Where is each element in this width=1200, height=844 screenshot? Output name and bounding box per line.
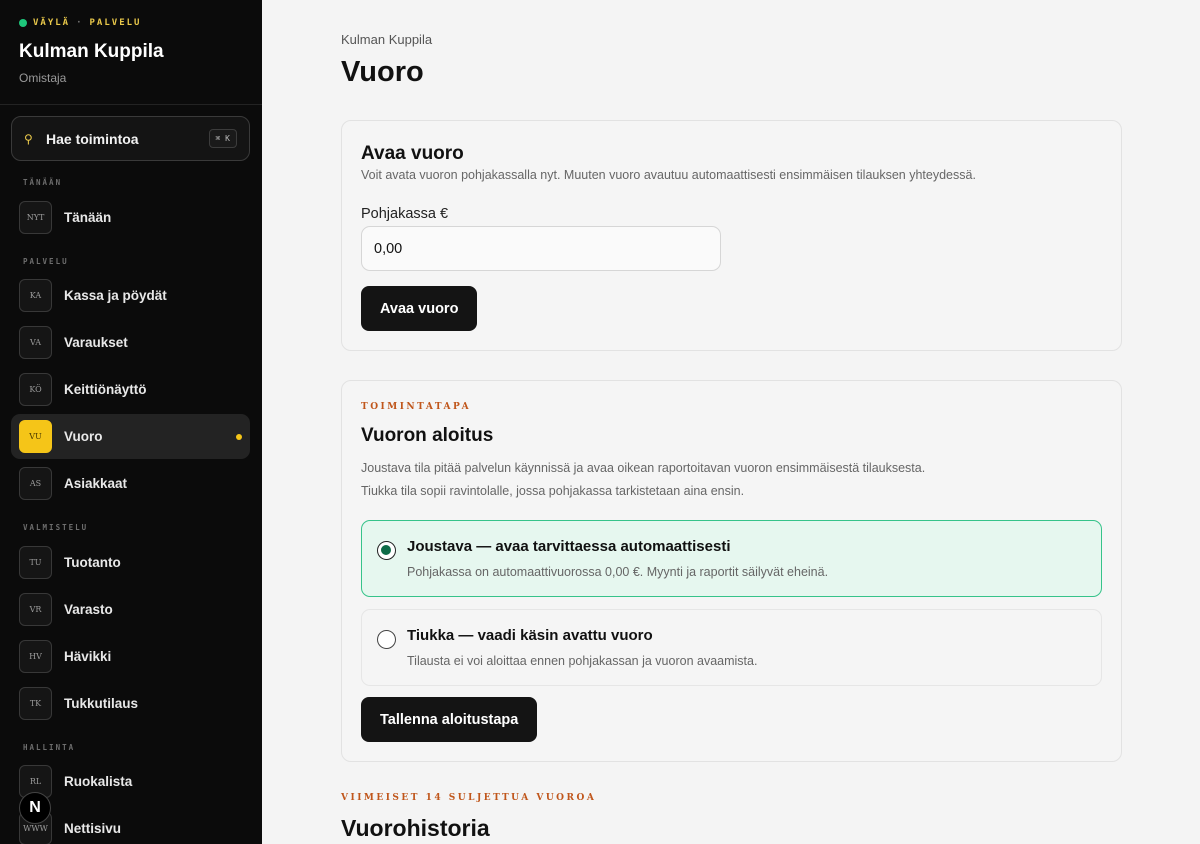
search-label: Hae toimintoa	[46, 130, 139, 147]
nav-item-varasto[interactable]: VR Varasto	[11, 587, 250, 632]
history-eyebrow: VIIMEISET 14 SULJETTUA VUOROA	[341, 793, 597, 803]
nav-label: Nettisivu	[64, 821, 122, 836]
command-search-button[interactable]: ⚲ Hae toimintoa ⌘ K	[11, 116, 250, 161]
nav-label: Tukkutilaus	[64, 696, 139, 711]
nav-item-keittionaytto[interactable]: KÖ Keittiönäyttö	[11, 367, 250, 412]
radio-selected-icon[interactable]	[377, 541, 396, 560]
open-shift-card: Avaa vuoro Voit avata vuoron pohjakassal…	[341, 120, 1122, 351]
option-title: Tiukka — vaadi käsin avattu vuoro	[407, 627, 653, 644]
nav-code-badge: VU	[19, 420, 52, 453]
start-mode-title: Vuoron aloitus	[361, 425, 494, 446]
search-icon: ⚲	[24, 131, 33, 146]
brand-header: VÄYLÄ · PALVELU Kulman Kuppila Omistaja	[0, 0, 262, 105]
float-amount-input[interactable]	[361, 226, 721, 271]
status-dot-icon	[19, 19, 27, 27]
history-title: Vuorohistoria	[341, 815, 490, 841]
start-mode-description-2: Tiukka tila sopii ravintolalle, jossa po…	[361, 484, 745, 498]
nav-label: Asiakkaat	[64, 476, 128, 491]
nav-code-badge: VA	[19, 326, 52, 359]
nav-label: Tuotanto	[64, 555, 121, 570]
float-amount-label: Pohjakassa €	[361, 206, 449, 222]
nav-code-badge: TK	[19, 687, 52, 720]
start-mode-description-1: Joustava tila pitää palvelun käynnissä j…	[361, 461, 926, 475]
breadcrumb: Kulman Kuppila	[341, 32, 433, 47]
nav-label: Hävikki	[64, 649, 112, 664]
nav-item-tuotanto[interactable]: TU Tuotanto	[11, 540, 250, 585]
nav-item-havikki[interactable]: HV Hävikki	[11, 634, 250, 679]
nav-code-badge: TU	[19, 546, 52, 579]
brand-tag-separator: ·	[76, 18, 84, 28]
main-content: Kulman Kuppila Vuoro Avaa vuoro Voit ava…	[262, 0, 1200, 844]
page-title: Vuoro	[341, 56, 424, 88]
start-mode-option-strict[interactable]: Tiukka — vaadi käsin avattu vuoro Tilaus…	[361, 609, 1102, 686]
restaurant-name: Kulman Kuppila	[19, 41, 164, 62]
nav-code-badge: KA	[19, 279, 52, 312]
option-description: Pohjakassa on automaattivuorossa 0,00 €.…	[407, 565, 829, 579]
radio-unselected-icon[interactable]	[377, 630, 396, 649]
option-title: Joustava — avaa tarvittaessa automaattis…	[407, 538, 731, 555]
brand-tag-right: PALVELU	[89, 18, 142, 28]
nav-item-varaukset[interactable]: VA Varaukset	[11, 320, 250, 365]
nav-code-badge: HV	[19, 640, 52, 673]
start-mode-option-flexible[interactable]: Joustava — avaa tarvittaessa automaattis…	[361, 520, 1102, 597]
nav-label: Varasto	[64, 602, 113, 617]
open-shift-description: Voit avata vuoron pohjakassalla nyt. Muu…	[361, 168, 976, 182]
nav-code-badge: AS	[19, 467, 52, 500]
nav-item-kassa[interactable]: KA Kassa ja pöydät	[11, 273, 250, 318]
nav-code-badge: VR	[19, 593, 52, 626]
section-label-prep: VALMISTELU	[23, 523, 89, 532]
sidebar: VÄYLÄ · PALVELU Kulman Kuppila Omistaja …	[0, 0, 262, 844]
active-indicator-dot	[236, 434, 242, 440]
nav-label: Keittiönäyttö	[64, 382, 147, 397]
option-description: Tilausta ei voi aloittaa ennen pohjakass…	[407, 654, 758, 668]
nav-label: Varaukset	[64, 335, 128, 350]
nav-item-vuoro[interactable]: VU Vuoro	[11, 414, 250, 459]
dev-tools-badge[interactable]: N	[19, 792, 51, 824]
nav-item-tanaan[interactable]: NYT Tänään	[11, 195, 250, 240]
nav-code-badge: NYT	[19, 201, 52, 234]
user-role: Omistaja	[19, 71, 67, 85]
nav-label: Ruokalista	[64, 774, 133, 789]
brand-tag-left: VÄYLÄ	[33, 18, 71, 28]
nav-item-asiakkaat[interactable]: AS Asiakkaat	[11, 461, 250, 506]
brand-tag: VÄYLÄ · PALVELU	[19, 18, 243, 28]
keyboard-shortcut: ⌘ K	[208, 129, 237, 148]
save-start-mode-button[interactable]: Tallenna aloitustapa	[361, 697, 538, 742]
section-label-service: PALVELU	[23, 257, 69, 266]
nav-code-badge: KÖ	[19, 373, 52, 406]
section-label-today: TÄNÄÄN	[23, 178, 63, 187]
open-shift-button[interactable]: Avaa vuoro	[361, 286, 478, 331]
nav-item-tukkutilaus[interactable]: TK Tukkutilaus	[11, 681, 250, 726]
nav-label: Vuoro	[64, 429, 103, 444]
nav-label: Tänään	[64, 210, 112, 225]
nav-label: Kassa ja pöydät	[64, 288, 167, 303]
start-mode-eyebrow: TOIMINTATAPA	[361, 402, 472, 412]
start-mode-card: TOIMINTATAPA Vuoron aloitus Joustava til…	[341, 380, 1122, 762]
open-shift-title: Avaa vuoro	[361, 143, 464, 164]
section-label-admin: HALLINTA	[23, 743, 76, 752]
